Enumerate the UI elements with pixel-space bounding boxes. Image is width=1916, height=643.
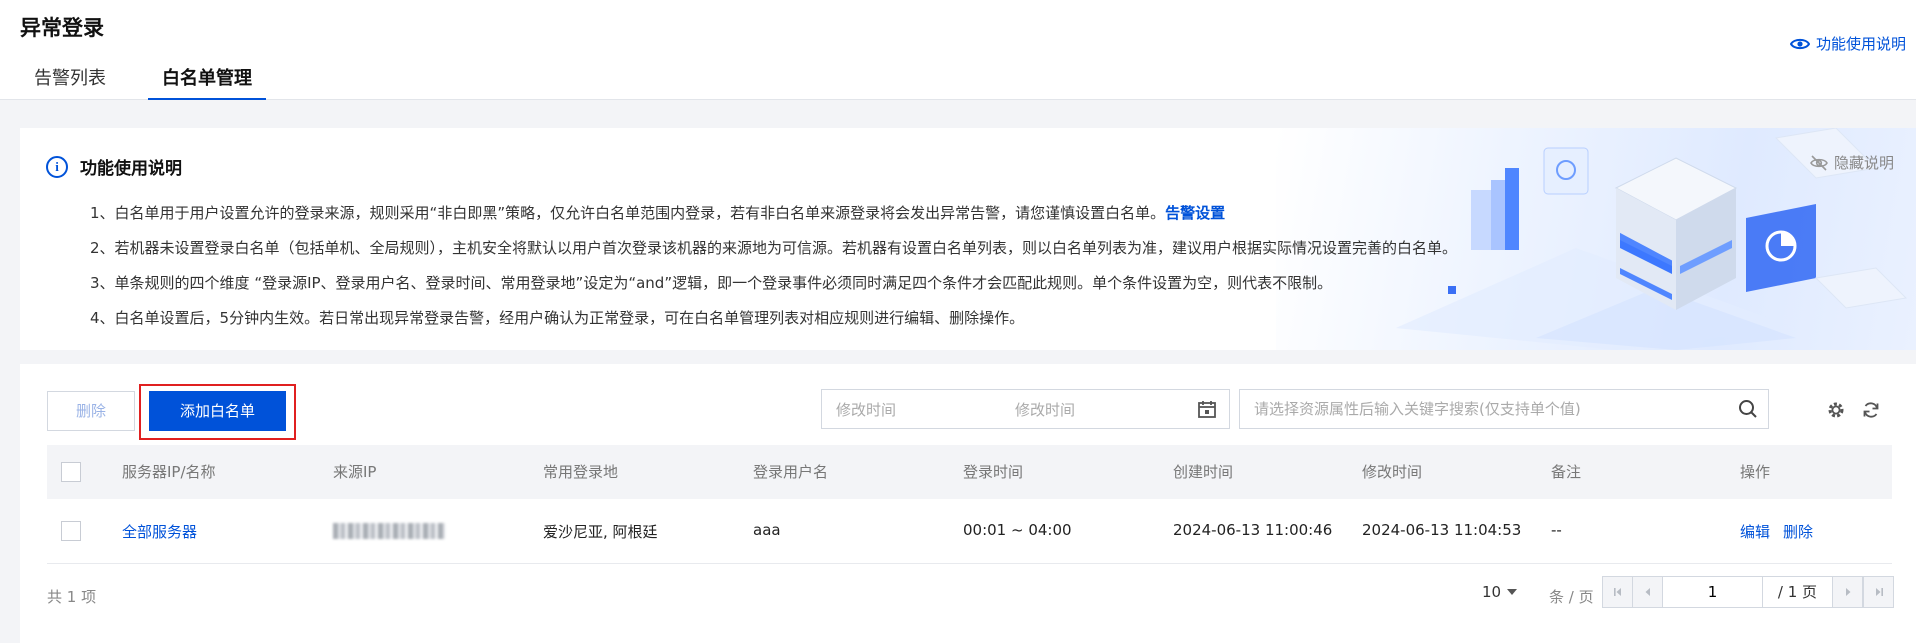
tab-whitelist[interactable]: 白名单管理 xyxy=(148,62,266,100)
notice-header: i 功能使用说明 xyxy=(46,154,182,179)
help-link-label: 功能使用说明 xyxy=(1815,35,1906,53)
table-header: 服务器IP/名称 来源IP 常用登录地 登录用户名 登录时间 创建时间 修改时间… xyxy=(47,445,1892,499)
column-header: 登录时间 xyxy=(963,463,1024,481)
info-icon: i xyxy=(46,155,68,178)
notice-item-text: 1、白名单用于用户设置允许的登录来源，规则采用“非白即黑”策略，仅允许白名单范围… xyxy=(90,204,1166,222)
page-header: 异常登录 功能使用说明 告警列表 白名单管理 xyxy=(0,0,1916,100)
tab-alert-list[interactable]: 告警列表 xyxy=(20,62,120,100)
next-page-icon xyxy=(1845,588,1850,596)
notice-item: 1、白名单用于用户设置允许的登录来源，规则采用“非白即黑”策略，仅允许白名单范围… xyxy=(90,196,1457,231)
row-checkbox[interactable] xyxy=(61,521,81,541)
notice-card: i 功能使用说明 隐藏说明 1、白名单用于用户设置允许的登录来源，规则采用“非白… xyxy=(20,128,1916,350)
eye-off-icon xyxy=(1810,154,1828,171)
username-cell: aaa xyxy=(753,521,781,539)
notice-item: 4、白名单设置后，5分钟内生效。若日常出现异常登录告警，经用户确认为正常登录，可… xyxy=(90,309,1025,327)
prev-page-button[interactable] xyxy=(1633,577,1663,607)
caret-down-icon xyxy=(1507,589,1518,595)
column-header: 常用登录地 xyxy=(543,463,619,481)
tab-bar: 告警列表 白名单管理 xyxy=(20,62,294,100)
gear-icon[interactable] xyxy=(1826,400,1846,420)
whitelist-table-card: 删除 添加白名单 修改时间 修改时间 服务器I xyxy=(20,364,1916,643)
prev-page-icon xyxy=(1645,588,1650,596)
help-link[interactable]: 功能使用说明 xyxy=(1789,33,1906,54)
next-page-button[interactable] xyxy=(1833,577,1863,607)
page-number-input[interactable] xyxy=(1663,577,1763,607)
column-header: 登录用户名 xyxy=(753,463,829,481)
notice-item: 2、若机器未设置登录白名单（包括单机、全局规则），主机安全将默认以用户首次登录该… xyxy=(90,239,1458,257)
modified-time-range-picker[interactable]: 修改时间 修改时间 xyxy=(821,389,1230,429)
total-pages: / 1 页 xyxy=(1763,577,1833,607)
edit-link[interactable]: 编辑 xyxy=(1740,521,1770,542)
alert-settings-link[interactable]: 告警设置 xyxy=(1165,204,1225,222)
last-page-icon xyxy=(1875,588,1883,596)
search-icon[interactable] xyxy=(1738,399,1758,419)
column-header: 修改时间 xyxy=(1362,463,1423,481)
delete-button[interactable]: 删除 xyxy=(47,391,135,431)
hide-notice-label: 隐藏说明 xyxy=(1833,154,1894,172)
whitelist-table: 服务器IP/名称 来源IP 常用登录地 登录用户名 登录时间 创建时间 修改时间… xyxy=(47,445,1892,564)
refresh-icon[interactable] xyxy=(1861,400,1881,420)
column-header: 服务器IP/名称 xyxy=(122,463,216,481)
modified-time-cell: 2024-06-13 11:04:53 xyxy=(1362,521,1522,539)
notice-item: 3、单条规则的四个维度 “登录源IP、登录用户名、登录时间、常用登录地”设定为“… xyxy=(90,274,1333,292)
column-header: 备注 xyxy=(1551,463,1582,481)
add-whitelist-button[interactable]: 添加白名单 xyxy=(149,391,286,431)
last-page-button[interactable] xyxy=(1863,577,1893,607)
page-size-select[interactable]: 10 xyxy=(1482,576,1518,608)
page-title: 异常登录 xyxy=(20,16,104,40)
hide-notice-link[interactable]: 隐藏说明 xyxy=(1810,152,1894,173)
eye-icon xyxy=(1789,38,1810,49)
first-page-button[interactable] xyxy=(1603,577,1633,607)
column-header: 创建时间 xyxy=(1173,463,1234,481)
table-row: 全部服务器 爱沙尼亚, 阿根廷 aaa 00:01 ~ 04:00 2024-0… xyxy=(47,499,1892,564)
source-ip-cell xyxy=(333,521,445,539)
notice-title: 功能使用说明 xyxy=(80,159,182,179)
page-size-value: 10 xyxy=(1482,583,1502,601)
total-count: 共 1 项 xyxy=(47,588,97,606)
search-input[interactable] xyxy=(1240,390,1710,428)
created-time-cell: 2024-06-13 11:00:46 xyxy=(1173,521,1333,539)
column-header: 来源IP xyxy=(333,463,377,481)
login-time-cell: 00:01 ~ 04:00 xyxy=(963,521,1072,539)
date-start-placeholder: 修改时间 xyxy=(836,400,897,419)
calendar-icon xyxy=(1198,401,1216,418)
select-all-checkbox[interactable] xyxy=(61,462,81,482)
redacted-ip xyxy=(333,522,445,539)
delete-link[interactable]: 删除 xyxy=(1783,521,1813,542)
first-page-icon xyxy=(1613,588,1621,596)
column-header: 操作 xyxy=(1740,463,1771,481)
location-cell: 爱沙尼亚, 阿根廷 xyxy=(543,523,658,541)
search-box xyxy=(1239,389,1769,429)
remark-cell: -- xyxy=(1551,521,1562,539)
page-size-unit: 条 / 页 xyxy=(1549,588,1594,606)
notice-list: 1、白名单用于用户设置允许的登录来源，规则采用“非白即黑”策略，仅允许白名单范围… xyxy=(90,196,1457,336)
date-end-placeholder: 修改时间 xyxy=(1015,400,1076,419)
pagination: / 1 页 xyxy=(1602,576,1894,608)
server-name-link[interactable]: 全部服务器 xyxy=(122,521,197,542)
